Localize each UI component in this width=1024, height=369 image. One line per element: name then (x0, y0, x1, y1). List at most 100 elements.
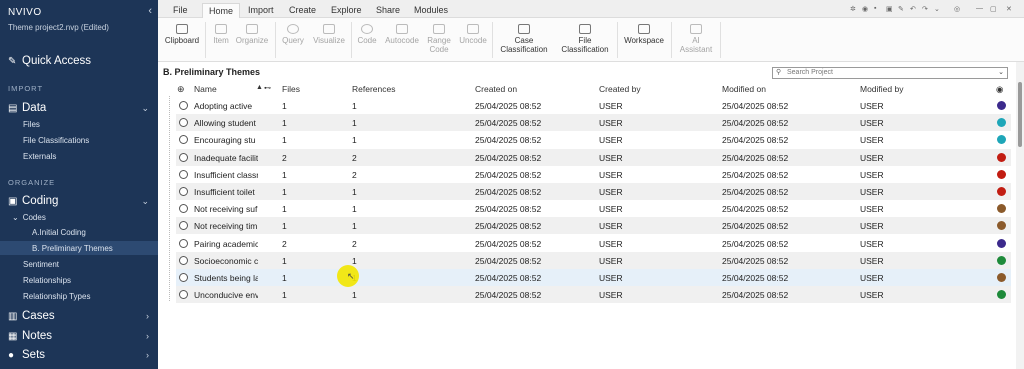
sidebar-quick-access[interactable]: ✎ Quick Access (0, 53, 158, 69)
vertical-scrollbar[interactable] (1016, 62, 1024, 369)
table-row[interactable]: Not receiving suf 1 1 25/04/2025 08:52 USER 2… (176, 200, 1011, 217)
table-row[interactable]: Allowing student 1 1 25/04/2025 08:52 USER 25… (176, 114, 1011, 132)
close-icon[interactable]: ✕ (1006, 5, 1012, 13)
tab-file[interactable]: File (173, 5, 188, 15)
table-row[interactable]: Students being la1125/04/2025 08:52USER2… (176, 269, 1011, 286)
sidebar-item-relationships[interactable]: Relationships (0, 275, 158, 286)
sidebar-item-relationship-types[interactable]: Relationship Types (0, 291, 158, 302)
sidebar-data[interactable]: ▤ Data ⌄ (0, 100, 158, 116)
undo-icon[interactable]: ↶ (910, 5, 916, 13)
column-created-by[interactable]: Created by (599, 84, 641, 94)
edit-icon[interactable]: ✎ (898, 5, 904, 13)
autocode-button[interactable]: Autocode (382, 18, 422, 45)
column-modified-on[interactable]: Modified on (722, 84, 766, 94)
restore-icon[interactable]: ▢ (990, 5, 997, 13)
column-name[interactable]: Name (194, 84, 217, 94)
select-radio[interactable] (179, 221, 188, 231)
column-files[interactable]: Files (282, 84, 300, 94)
clipboard-button[interactable]: Clipboard (162, 18, 202, 45)
table-row[interactable]: Insufficient classr 1 2 25/04/2025 08:52 USE… (176, 166, 1011, 183)
column-created-on[interactable]: Created on (475, 84, 517, 94)
select-radio[interactable] (179, 204, 188, 214)
table-row[interactable]: Inadequate facilit 2 2 25/04/2025 08:52 USER… (176, 148, 1011, 166)
column-modified-by[interactable]: Modified by (860, 84, 903, 94)
code-name: Insufficient classr (194, 169, 258, 180)
tab-share[interactable]: Share (376, 5, 400, 15)
more-icon[interactable]: ⌄ (934, 5, 940, 13)
sidebar-item-codes[interactable]: ⌄ Codes (0, 212, 158, 223)
workspace-button[interactable]: Workspace (620, 18, 668, 45)
uncode-button[interactable]: Uncode (456, 18, 490, 45)
range-code-button[interactable]: Range Code (424, 18, 454, 54)
minimize-icon[interactable]: — (976, 5, 983, 12)
tab-create[interactable]: Create (289, 5, 316, 15)
sidebar-cases[interactable]: ▥ Cases › (0, 308, 158, 324)
sidebar-coding[interactable]: ▣ Coding ⌄ (0, 193, 158, 209)
settings-icon[interactable]: ✲ (850, 5, 856, 13)
ai-assistant-button[interactable]: AI Assistant (674, 18, 718, 54)
color-marker (997, 169, 1006, 179)
organize-button[interactable]: Organize (234, 18, 270, 45)
print-icon[interactable]: ▣ (886, 5, 893, 13)
redo-icon[interactable]: ↷ (922, 5, 928, 13)
file-classification-icon (579, 24, 591, 34)
code-name: Encouraging stu (194, 135, 256, 146)
ribbon: Clipboard Item Organize Query Visualize … (158, 18, 1024, 62)
select-radio[interactable] (179, 101, 188, 110)
tab-import[interactable]: Import (248, 5, 274, 15)
column-references[interactable]: References (352, 84, 395, 94)
table-row[interactable]: Adopting active 1 1 25/04/2025 08:52 USER 25/… (176, 97, 1011, 114)
select-radio[interactable] (179, 135, 188, 145)
select-radio[interactable] (179, 118, 188, 128)
sidebar-item-externals[interactable]: Externals (0, 151, 158, 162)
file-classification-button[interactable]: File Classification (556, 18, 614, 54)
pin-icon: ✎ (8, 55, 17, 67)
sidebar-item-sentiment[interactable]: Sentiment (0, 259, 158, 270)
sidebar-item-file-classifications[interactable]: File Classifications (0, 135, 158, 146)
table-row[interactable]: Socioeconomic c 1 1 25/04/2025 08:52 USER 25/… (176, 251, 1011, 269)
visualize-button[interactable]: Visualize (310, 18, 348, 45)
help-icon[interactable]: ◉ (862, 5, 868, 13)
modified-by: USER (860, 273, 884, 283)
sort-ascending-icon[interactable]: ▲ (256, 84, 263, 91)
select-radio[interactable] (179, 255, 188, 265)
sidebar-item-files[interactable]: Files (0, 119, 158, 130)
tab-modules[interactable]: Modules (414, 5, 448, 15)
add-column-icon[interactable]: ⊕ (177, 84, 185, 95)
account-icon[interactable]: ◎ (954, 5, 960, 13)
table-row[interactable]: Insufficient toilet 1 1 25/04/2025 08:52 USE… (176, 183, 1011, 200)
sidebar-notes[interactable]: ▦ Notes › (0, 328, 158, 344)
sidebar-item-initial-coding[interactable]: A.Initial Coding (0, 227, 158, 238)
case-classification-button[interactable]: Case Classification (496, 18, 552, 54)
references-count: 2 (352, 169, 357, 180)
search-input[interactable]: ⚲ Search Project ⌄ (772, 67, 1008, 79)
tab-home[interactable]: Home (202, 3, 241, 18)
table-row[interactable]: Unconducive env 1 1 25/04/2025 08:52 USER 25/… (176, 286, 1011, 304)
scrollbar-thumb[interactable] (1018, 82, 1022, 147)
select-radio[interactable] (179, 187, 188, 196)
files-count: 1 (282, 135, 287, 146)
select-radio[interactable] (179, 152, 188, 162)
created-on: 25/04/2025 08:52 (475, 255, 542, 266)
select-radio[interactable] (179, 273, 188, 282)
table-row[interactable]: Encouraging stu 1 1 25/04/2025 08:52 USER 25/… (176, 131, 1011, 148)
sidebar-sets[interactable]: ● Sets › (0, 347, 158, 363)
table-row[interactable]: Pairing academic 2 2 25/04/2025 08:52 USER 25… (176, 235, 1011, 252)
created-by: USER (599, 169, 623, 180)
references-count: 1 (352, 187, 357, 197)
tab-explore[interactable]: Explore (331, 5, 362, 15)
select-radio[interactable] (179, 238, 188, 248)
query-button[interactable]: Query (278, 18, 308, 45)
table-row[interactable]: Not receiving tim 1 1 25/04/2025 08:52 USER 2… (176, 217, 1011, 235)
created-on: 25/04/2025 08:52 (475, 238, 542, 249)
select-radio[interactable] (179, 169, 188, 179)
select-radio[interactable] (179, 290, 188, 300)
sidebar-item-preliminary-themes[interactable]: B. Preliminary Themes (0, 241, 158, 255)
save-icon[interactable]: ▪ (874, 5, 876, 12)
collapse-sidebar-icon[interactable]: ‹ (148, 5, 152, 17)
color-column-icon[interactable]: ◉ (996, 84, 1003, 95)
database-icon: ▤ (8, 102, 18, 114)
files-count: 1 (282, 204, 287, 215)
code-button[interactable]: Code (353, 18, 381, 45)
item-button[interactable]: Item (208, 18, 234, 45)
